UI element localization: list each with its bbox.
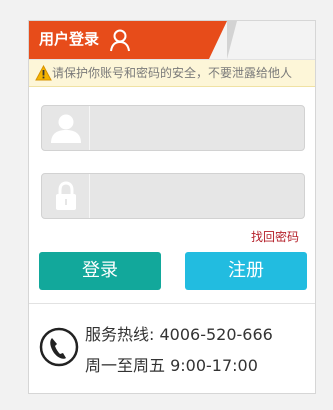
login-button[interactable]: 登录 <box>39 252 161 290</box>
password-icon-box <box>42 174 90 218</box>
register-button[interactable]: 注册 <box>185 252 307 290</box>
user-silhouette-icon <box>51 114 81 143</box>
service-hours: 周一至周五 9:00-17:00 <box>85 356 258 375</box>
lock-icon <box>56 181 76 210</box>
notice-text: 请保护你账号和密码的安全，不要泄露给他人 <box>52 66 293 80</box>
header-tab-shade <box>227 21 237 59</box>
password-input[interactable] <box>90 174 304 218</box>
forgot-password-link[interactable]: 找回密码 <box>251 230 299 244</box>
service-hotline: 服务热线: 4006-520-666 <box>85 325 273 344</box>
login-panel: 用户登录 请保护你账号和密码的安全，不要泄露给他人 找回密码 登录 注册 服务热… <box>28 20 316 394</box>
phone-icon <box>39 327 79 367</box>
panel-header: 用户登录 <box>29 21 315 60</box>
username-field[interactable] <box>41 105 305 151</box>
divider <box>29 303 315 304</box>
header-title: 用户登录 <box>39 30 100 48</box>
username-input[interactable] <box>90 106 304 150</box>
security-notice: 请保护你账号和密码的安全，不要泄露给他人 <box>29 60 315 87</box>
username-icon-box <box>42 106 90 150</box>
user-icon <box>110 29 130 52</box>
header-tab: 用户登录 <box>29 21 227 59</box>
password-field[interactable] <box>41 173 305 219</box>
warning-icon <box>35 65 52 81</box>
